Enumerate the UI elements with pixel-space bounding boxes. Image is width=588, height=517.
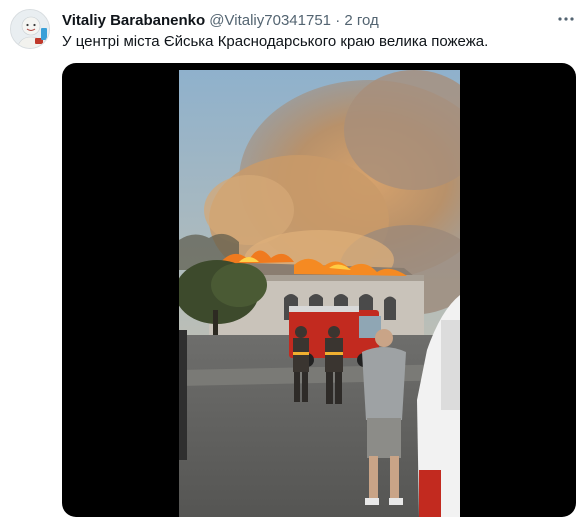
author-handle[interactable]: @Vitaliy70341751 — [209, 12, 331, 29]
tweet-time[interactable]: 2 год — [344, 12, 378, 29]
author-name[interactable]: Vitaliy Barabanenko — [62, 12, 205, 29]
separator-dot: · — [335, 12, 341, 29]
video-frame-fire-scene — [179, 70, 460, 517]
more-dots-icon — [558, 17, 574, 21]
author-avatar[interactable] — [10, 9, 50, 49]
more-options-button[interactable] — [556, 12, 576, 24]
tweet-video[interactable] — [62, 63, 576, 517]
tweet-header: Vitaliy Barabanenko @Vitaliy70341751 · 2… — [62, 12, 379, 29]
tweet-text: У центрі міста Єйська Краснодарського кр… — [62, 33, 489, 50]
